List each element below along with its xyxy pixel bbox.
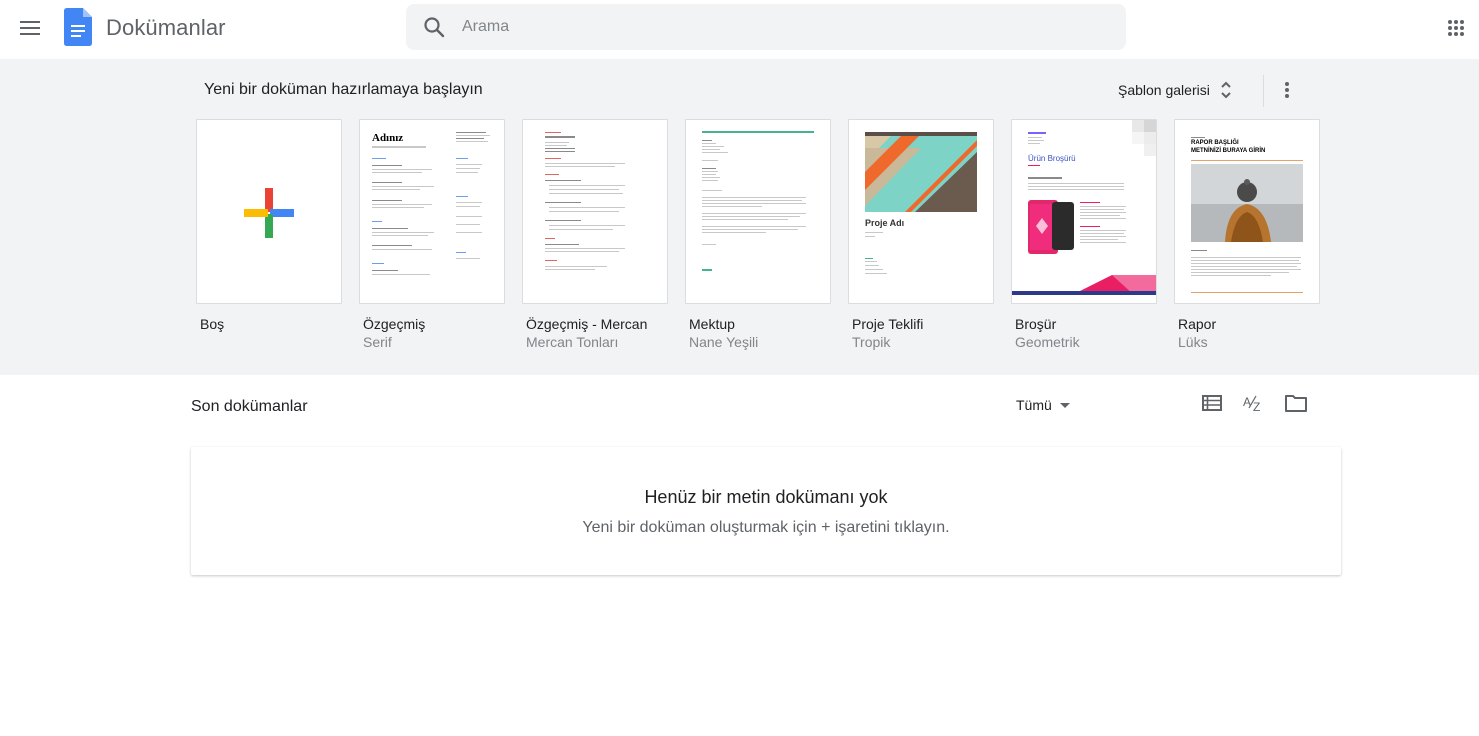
brochure-geometric-corner: [1132, 120, 1156, 156]
apps-grid-icon: [1448, 20, 1464, 36]
main-menu-button[interactable]: [10, 8, 50, 48]
empty-state-card: Henüz bir metin dokümanı yok Yeni bir do…: [191, 447, 1341, 575]
list-view-icon: [1202, 395, 1222, 411]
plus-icon: [244, 188, 294, 238]
template-thumbnail[interactable]: RAPOR BAŞLIĞI METNİNİZİ BURAYA GİRİN: [1174, 119, 1320, 304]
app-header: Dokümanlar: [0, 0, 1479, 56]
google-apps-button[interactable]: [1439, 11, 1473, 45]
app-title[interactable]: Dokümanlar: [106, 15, 226, 41]
owner-filter-label: Tümü: [1016, 397, 1052, 413]
report-cover-photo: [1191, 164, 1303, 242]
template-thumbnail[interactable]: Adınız: [359, 119, 505, 304]
search-input[interactable]: [462, 4, 1102, 50]
template-thumbnail[interactable]: [196, 119, 342, 304]
template-project-proposal[interactable]: Proje Adı Proje Teklifi Tropik: [848, 119, 994, 350]
proposal-cover-image: [865, 132, 977, 212]
dropdown-arrow-icon: [1059, 402, 1070, 408]
more-options-button[interactable]: [1272, 75, 1302, 105]
template-report-luxury[interactable]: RAPOR BAŞLIĞI METNİNİZİ BURAYA GİRİN Rap…: [1174, 119, 1320, 350]
template-section-heading: Yeni bir doküman hazırlamaya başlayın: [204, 81, 483, 98]
search-icon[interactable]: [422, 15, 446, 39]
template-name: Broşür: [1015, 316, 1057, 332]
list-view-button[interactable]: [1199, 390, 1225, 416]
sort-button[interactable]: A Z: [1241, 390, 1267, 416]
template-brochure[interactable]: Ürün Broşürü Broşür Geometrik: [1011, 119, 1157, 350]
recent-documents-title: Son dokümanlar: [191, 398, 308, 415]
hamburger-menu-icon: [20, 21, 40, 35]
resume-thumb-title: Adınız: [372, 132, 404, 144]
docs-logo-icon[interactable]: [64, 8, 92, 46]
search-bar[interactable]: [406, 4, 1126, 50]
sort-by-alpha-icon: A Z: [1243, 395, 1260, 413]
proposal-thumb-title: Proje Adı: [865, 218, 905, 228]
template-name: Boş: [200, 316, 225, 332]
phone-illustration: [1028, 200, 1074, 254]
template-resume-serif[interactable]: Adınız Özgeçmiş Serif: [359, 119, 505, 350]
template-subtitle: Serif: [363, 334, 392, 350]
template-subtitle: Geometrik: [1015, 334, 1080, 350]
owner-filter-dropdown[interactable]: Tümü: [1010, 392, 1076, 418]
template-name: Proje Teklifi: [852, 316, 924, 332]
template-gallery-label: Şablon galerisi: [1118, 82, 1210, 98]
template-name: Rapor: [1178, 316, 1217, 332]
template-subtitle: Tropik: [852, 334, 891, 350]
template-thumbnail[interactable]: Ürün Broşürü: [1011, 119, 1157, 304]
template-name: Mektup: [689, 316, 735, 332]
open-file-picker-button[interactable]: [1283, 390, 1309, 416]
template-gallery-section: Yeni bir doküman hazırlamaya başlayın Şa…: [0, 59, 1479, 375]
template-thumbnail[interactable]: [685, 119, 831, 304]
template-thumbnail[interactable]: Proje Adı: [848, 119, 994, 304]
template-letter-mint[interactable]: Mektup Nane Yeşili: [685, 119, 831, 350]
svg-text:Z: Z: [1253, 400, 1260, 413]
more-vert-icon: [1285, 82, 1289, 98]
template-thumbnail[interactable]: [522, 119, 668, 304]
template-blank[interactable]: Boş: [196, 119, 342, 332]
template-name: Özgeçmiş: [363, 316, 426, 332]
toolbar-divider: [1263, 75, 1264, 107]
report-thumb-subtitle: METNİNİZİ BURAYA GİRİN: [1191, 148, 1266, 154]
template-resume-coral[interactable]: Özgeçmiş - Mercan Mercan Tonları: [522, 119, 668, 350]
template-subtitle: Mercan Tonları: [526, 334, 619, 350]
report-thumb-title: RAPOR BAŞLIĞI: [1191, 140, 1239, 146]
brochure-thumb-title: Ürün Broşürü: [1028, 154, 1076, 163]
brochure-footer-shape: [1012, 275, 1156, 295]
template-name: Özgeçmiş - Mercan: [526, 316, 648, 332]
template-subtitle: Nane Yeşili: [689, 334, 759, 350]
folder-icon: [1285, 395, 1307, 412]
empty-state-title: Henüz bir metin dokümanı yok: [644, 487, 888, 507]
template-subtitle: Lüks: [1178, 334, 1208, 350]
template-gallery-button[interactable]: Şablon galerisi: [1110, 73, 1240, 107]
empty-state-subtitle: Yeni bir doküman oluşturmak için + işare…: [582, 519, 950, 536]
unfold-more-icon: [1221, 81, 1231, 99]
